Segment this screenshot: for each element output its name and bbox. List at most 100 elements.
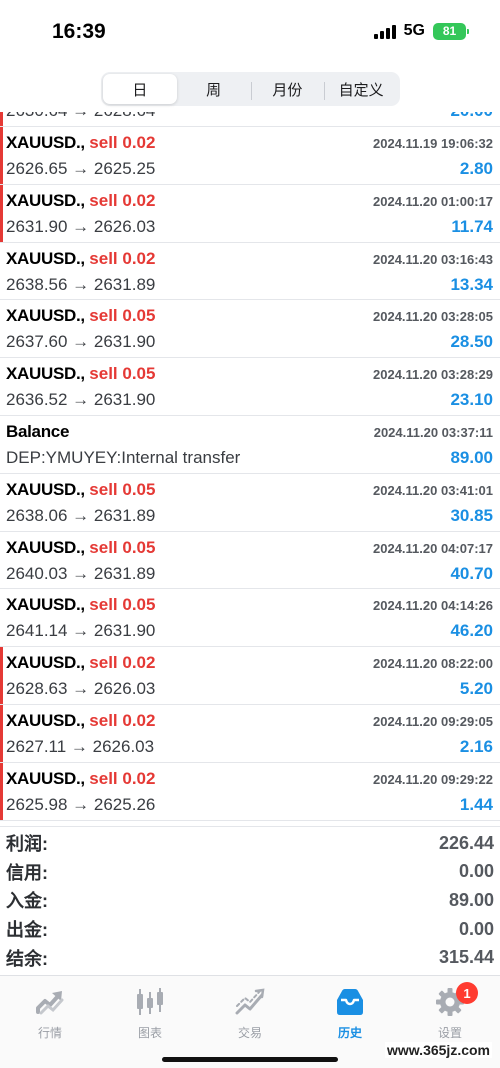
trade-row[interactable]: XAUUSD., sell 0.02 2024.11.20 08:22:00 262… — [0, 647, 500, 705]
status-bar: 16:39 5G 81 — [0, 0, 500, 66]
notification-badge: 1 — [456, 982, 478, 1004]
timestamp: 2024.11.20 03:28:29 — [373, 367, 493, 383]
profit-value: 13.34 — [450, 274, 493, 294]
side-label: sell 0.05 — [89, 595, 156, 615]
symbol-label: XAUUSD., — [6, 248, 85, 268]
trade-row[interactable]: XAUUSD., sell 0.05 2024.11.20 04:07:17 264… — [0, 532, 500, 590]
row-detail: 2630.64 → 2628.64 20.00 — [6, 112, 493, 121]
summary-label: 结余: — [6, 948, 48, 969]
trade-row[interactable]: 2630.64 → 2628.64 20.00 — [0, 112, 500, 127]
profit-value: 28.50 — [450, 332, 493, 352]
trade-icon — [233, 986, 267, 1018]
side-label: sell 0.02 — [89, 190, 156, 210]
symbol-label: XAUUSD., — [6, 133, 85, 152]
side-label: sell 0.02 — [89, 768, 156, 788]
symbol-label: XAUUSD., — [6, 653, 85, 673]
row-title: XAUUSD., sell 0.05 — [6, 595, 155, 615]
summary-deposit: 入金: 89.00 — [6, 886, 494, 915]
profit-value: 5.20 — [459, 679, 493, 699]
profit-value: 40.70 — [450, 563, 493, 583]
trade-row[interactable]: XAUUSD., sell 0.02 2024.11.20 03:16:43 263… — [0, 243, 500, 301]
trade-row[interactable]: XAUUSD., sell 0.05 2024.11.20 03:28:05 263… — [0, 300, 500, 359]
row-header: XAUUSD., sell 0.05 2024.11.20 04:07:17 — [6, 538, 493, 558]
side-label: sell 0.05 — [89, 306, 156, 326]
row-detail: DEP:YMUYEY:Internal transfer 89.00 — [6, 448, 493, 468]
symbol-label: Balance — [6, 421, 70, 441]
price-range: 2638.56 → 2631.89 — [6, 274, 156, 294]
summary-profit: 利润: 226.44 — [6, 829, 494, 858]
profit-value: 23.10 — [450, 390, 493, 410]
side-label: sell 0.05 — [89, 479, 156, 499]
symbol-label: XAUUSD., — [6, 537, 85, 557]
profit-value: 20.00 — [450, 112, 493, 121]
symbol-label: XAUUSD., — [6, 768, 85, 788]
price-range: 2630.64 → 2628.64 — [6, 112, 155, 121]
trade-row[interactable]: XAUUSD., sell 0.05 2024.11.20 03:28:29 263… — [0, 358, 500, 416]
row-title: XAUUSD., sell 0.05 — [6, 364, 155, 384]
row-title: XAUUSD., sell 0.05 — [6, 480, 155, 500]
timestamp: 2024.11.20 08:22:00 — [373, 656, 493, 672]
tab-custom[interactable]: 自定义 — [324, 74, 398, 104]
row-header: XAUUSD., sell 0.05 2024.11.20 03:28:05 — [6, 306, 493, 326]
timestamp: 2024.11.20 03:37:11 — [373, 424, 493, 440]
row-title: XAUUSD., sell 0.02 — [6, 191, 155, 211]
side-label: sell 0.05 — [89, 364, 156, 384]
tab-label: 图表 — [137, 1026, 162, 1040]
price-range: 2627.11 → 2626.03 — [6, 736, 155, 756]
side-label: sell 0.02 — [89, 248, 156, 268]
trade-row[interactable]: XAUUSD., sell 0.02 2024.11.20 01:00:17 263… — [0, 184, 500, 243]
profit-value: 89.00 — [450, 447, 493, 467]
summary-label: 利润: — [6, 834, 48, 855]
summary-credit: 信用: 0.00 — [6, 858, 494, 887]
tab-day[interactable]: 日 — [103, 74, 177, 104]
row-detail: 2638.06 → 2631.89 30.85 — [6, 506, 493, 526]
symbol-label: XAUUSD., — [6, 595, 85, 615]
tab-quotes[interactable]: 行情 — [0, 976, 100, 1068]
summary-label: 入金: — [6, 891, 48, 912]
side-label: sell 0.02 — [89, 653, 156, 673]
row-title: XAUUSD., sell 0.02 — [6, 133, 155, 153]
balance-row[interactable]: Balance 2024.11.20 03:37:11 DEP:YMUYEY:In… — [0, 416, 500, 474]
row-header: XAUUSD., sell 0.02 2024.11.20 01:00:17 — [6, 191, 493, 211]
summary-balance: 结余: 315.44 — [6, 943, 494, 972]
price-range: 2638.06 → 2631.89 — [6, 505, 156, 525]
trade-row[interactable]: XAUUSD., sell 0.02 2024.11.20 09:29:22 262… — [0, 762, 500, 821]
tab-chart[interactable]: 图表 — [100, 976, 200, 1068]
trade-row[interactable]: XAUUSD., sell 0.05 2024.11.20 03:41:01 263… — [0, 474, 500, 532]
row-detail: 2631.90 → 2626.03 11.74 — [6, 217, 493, 237]
tab-trade[interactable]: 交易 — [200, 976, 300, 1068]
history-list[interactable]: 2630.64 → 2628.64 20.00 XAUUSD., sell 0.02… — [0, 112, 500, 822]
symbol-label: XAUUSD., — [6, 190, 85, 210]
tab-label: 交易 — [237, 1026, 262, 1040]
price-range: 2626.65 → 2625.25 — [6, 159, 156, 178]
timestamp: 2024.11.20 09:29:22 — [373, 771, 493, 787]
timestamp: 2024.11.20 03:16:43 — [373, 251, 493, 267]
timestamp: 2024.11.20 03:41:01 — [373, 482, 493, 498]
trade-row[interactable]: XAUUSD., sell 0.02 2024.11.20 09:29:05 262… — [0, 704, 500, 763]
battery-icon: 81 — [433, 22, 469, 40]
timestamp: 2024.11.20 03:28:05 — [373, 309, 493, 325]
tab-month[interactable]: 月份 — [250, 74, 325, 104]
network-label: 5G — [403, 22, 425, 39]
price-range: 2641.14 → 2631.90 — [6, 621, 156, 641]
tab-label: 设置 — [437, 1026, 462, 1040]
trade-row[interactable]: XAUUSD., sell 0.02 2024.11.19 19:06:32 262… — [0, 127, 500, 185]
profit-value: 2.16 — [459, 736, 493, 756]
row-detail: 2641.14 → 2631.90 46.20 — [6, 621, 493, 641]
timestamp: 2024.11.20 04:14:26 — [373, 598, 493, 614]
trade-row[interactable]: XAUUSD., sell 0.05 2024.11.20 04:14:26 264… — [0, 589, 500, 648]
timestamp: 2024.11.20 04:07:17 — [373, 540, 493, 556]
row-title: XAUUSD., sell 0.02 — [6, 249, 155, 269]
period-selector: 日 周 月份 自定义 — [101, 72, 400, 106]
row-detail: 2636.52 → 2631.90 23.10 — [6, 390, 493, 410]
summary-value: 0.00 — [458, 918, 494, 939]
tab-week[interactable]: 周 — [177, 74, 251, 104]
symbol-label: XAUUSD., — [6, 364, 85, 384]
timestamp: 2024.11.20 01:00:17 — [373, 193, 493, 209]
quotes-icon — [33, 986, 67, 1018]
home-indicator[interactable] — [162, 1057, 338, 1062]
row-title: XAUUSD., sell 0.02 — [6, 769, 155, 789]
symbol-label: XAUUSD., — [6, 710, 85, 730]
row-detail: 2627.11 → 2626.03 2.16 — [6, 737, 493, 757]
price-range: 2640.03 → 2631.89 — [6, 563, 156, 583]
